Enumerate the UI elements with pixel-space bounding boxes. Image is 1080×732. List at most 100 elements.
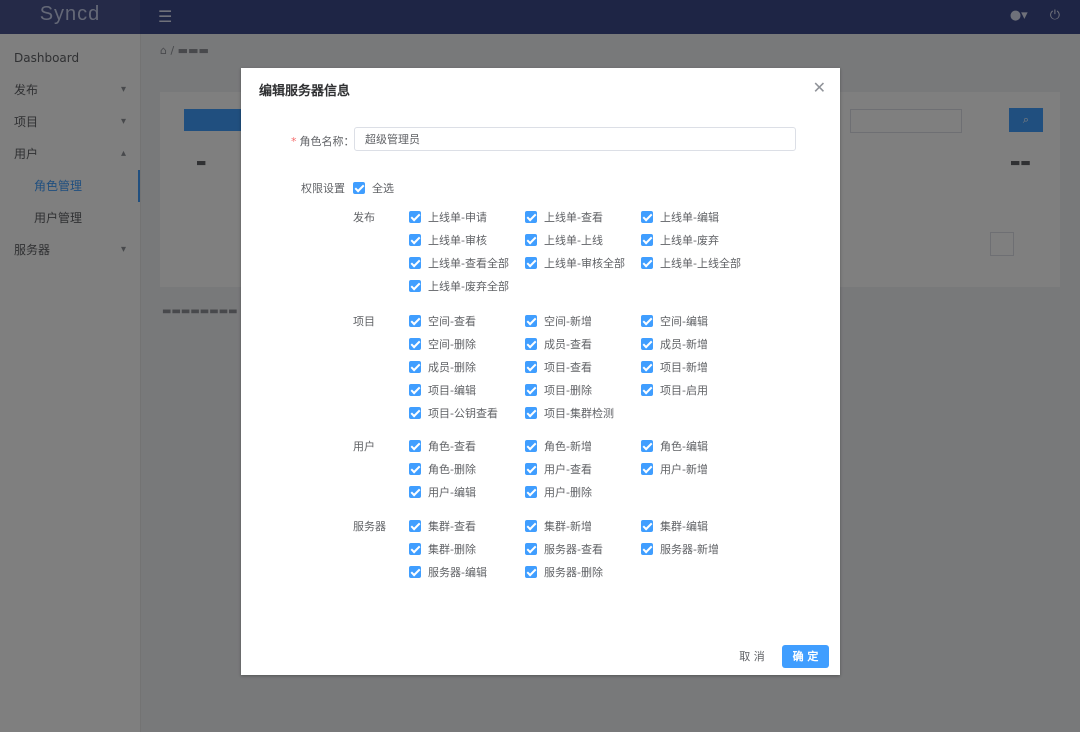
permission-label: 空间-查看 [428, 315, 476, 328]
permission-label: 项目-查看 [544, 361, 592, 374]
checkbox-icon [409, 543, 421, 555]
ok-button[interactable]: 确 定 [782, 645, 829, 668]
permission-checkbox[interactable]: 上线单-编辑 [641, 209, 719, 225]
permission-checkbox[interactable]: 成员-查看 [525, 336, 592, 352]
permission-label: 上线单-审核 [428, 234, 487, 247]
permission-checkbox[interactable]: 集群-新增 [525, 518, 592, 534]
permission-label: 成员-新增 [660, 338, 708, 351]
permission-checkbox[interactable]: 上线单-查看 [525, 209, 603, 225]
role-name-label: * 角色名称： [291, 135, 355, 148]
checkbox-icon [641, 463, 653, 475]
permission-label: 项目-编辑 [428, 384, 476, 397]
checkbox-icon [525, 407, 537, 419]
checkbox-icon [525, 384, 537, 396]
permission-checkbox[interactable]: 服务器-删除 [525, 564, 603, 580]
checkbox-icon [525, 486, 537, 498]
permission-label: 项目-集群检测 [544, 407, 614, 420]
permission-label: 上线单-审核全部 [544, 257, 625, 270]
checkbox-icon [641, 234, 653, 246]
permission-checkbox[interactable]: 成员-删除 [409, 359, 476, 375]
permission-checkbox[interactable]: 服务器-编辑 [409, 564, 487, 580]
permission-checkbox[interactable]: 上线单-上线 [525, 232, 603, 248]
permission-checkbox[interactable]: 角色-查看 [409, 438, 476, 454]
permission-checkbox[interactable]: 上线单-审核全部 [525, 255, 625, 271]
checkbox-icon [641, 520, 653, 532]
dialog-title: 编辑服务器信息 [259, 84, 351, 99]
permission-label: 空间-新增 [544, 315, 592, 328]
permission-checkbox[interactable]: 用户-删除 [525, 484, 592, 500]
checkbox-icon [641, 257, 653, 269]
checkbox-icon [641, 315, 653, 327]
permission-label: 上线单-上线 [544, 234, 603, 247]
close-icon[interactable]: ✕ [813, 78, 826, 97]
checkbox-icon [409, 257, 421, 269]
checkbox-icon [641, 440, 653, 452]
permission-checkbox[interactable]: 上线单-上线全部 [641, 255, 741, 271]
checkbox-icon [409, 520, 421, 532]
permission-label: 用户-编辑 [428, 486, 476, 499]
checkbox-icon [409, 463, 421, 475]
checkbox-icon [525, 234, 537, 246]
select-all-checkbox[interactable]: 全选 [353, 180, 394, 196]
permission-group-label: 服务器 [353, 520, 386, 533]
permission-label: 权限设置 [301, 182, 345, 195]
permission-checkbox[interactable]: 用户-编辑 [409, 484, 476, 500]
permission-label: 集群-新增 [544, 520, 592, 533]
checkbox-icon [409, 384, 421, 396]
permission-checkbox[interactable]: 项目-启用 [641, 382, 708, 398]
cancel-button[interactable]: 取 消 [732, 645, 772, 668]
permission-checkbox[interactable]: 集群-查看 [409, 518, 476, 534]
permission-label: 角色-删除 [428, 463, 476, 476]
permission-label: 空间-删除 [428, 338, 476, 351]
permission-checkbox[interactable]: 上线单-申请 [409, 209, 487, 225]
permission-label: 上线单-上线全部 [660, 257, 741, 270]
permission-group-label: 发布 [353, 211, 375, 224]
permission-checkbox[interactable]: 空间-查看 [409, 313, 476, 329]
checkbox-icon [641, 543, 653, 555]
checkbox-icon [409, 338, 421, 350]
permission-checkbox[interactable]: 角色-编辑 [641, 438, 708, 454]
checkbox-icon [525, 463, 537, 475]
permission-checkbox[interactable]: 项目-公钥查看 [409, 405, 498, 421]
checkbox-icon [353, 182, 365, 194]
permission-checkbox[interactable]: 集群-编辑 [641, 518, 708, 534]
permission-label: 集群-查看 [428, 520, 476, 533]
permission-label: 服务器-新增 [660, 543, 719, 556]
checkbox-icon [525, 257, 537, 269]
checkbox-icon [525, 543, 537, 555]
permission-checkbox[interactable]: 项目-编辑 [409, 382, 476, 398]
permission-checkbox[interactable]: 空间-删除 [409, 336, 476, 352]
checkbox-icon [409, 211, 421, 223]
permission-label: 角色-新增 [544, 440, 592, 453]
permission-label: 集群-删除 [428, 543, 476, 556]
permission-label: 项目-启用 [660, 384, 708, 397]
permission-checkbox[interactable]: 项目-删除 [525, 382, 592, 398]
permission-checkbox[interactable]: 角色-删除 [409, 461, 476, 477]
permission-checkbox[interactable]: 用户-查看 [525, 461, 592, 477]
permission-checkbox[interactable]: 上线单-审核 [409, 232, 487, 248]
permission-checkbox[interactable]: 服务器-新增 [641, 541, 719, 557]
permission-label: 用户-新增 [660, 463, 708, 476]
permission-label: 上线单-编辑 [660, 211, 719, 224]
permission-checkbox[interactable]: 集群-删除 [409, 541, 476, 557]
checkbox-icon [409, 234, 421, 246]
permission-checkbox[interactable]: 项目-查看 [525, 359, 592, 375]
permission-checkbox[interactable]: 上线单-废弃全部 [409, 278, 509, 294]
permission-checkbox[interactable]: 成员-新增 [641, 336, 708, 352]
permission-checkbox[interactable]: 空间-新增 [525, 313, 592, 329]
permission-checkbox[interactable]: 项目-新增 [641, 359, 708, 375]
permission-checkbox[interactable]: 上线单-查看全部 [409, 255, 509, 271]
permission-checkbox[interactable]: 角色-新增 [525, 438, 592, 454]
permission-label: 集群-编辑 [660, 520, 708, 533]
permission-label: 上线单-查看全部 [428, 257, 509, 270]
checkbox-icon [641, 384, 653, 396]
permission-checkbox[interactable]: 空间-编辑 [641, 313, 708, 329]
role-name-input[interactable] [354, 127, 796, 151]
permission-label: 上线单-废弃 [660, 234, 719, 247]
permission-checkbox[interactable]: 项目-集群检测 [525, 405, 614, 421]
permission-checkbox[interactable]: 上线单-废弃 [641, 232, 719, 248]
checkbox-icon [409, 486, 421, 498]
permission-checkbox[interactable]: 服务器-查看 [525, 541, 603, 557]
permission-checkbox[interactable]: 用户-新增 [641, 461, 708, 477]
permission-label: 服务器-编辑 [428, 566, 487, 579]
